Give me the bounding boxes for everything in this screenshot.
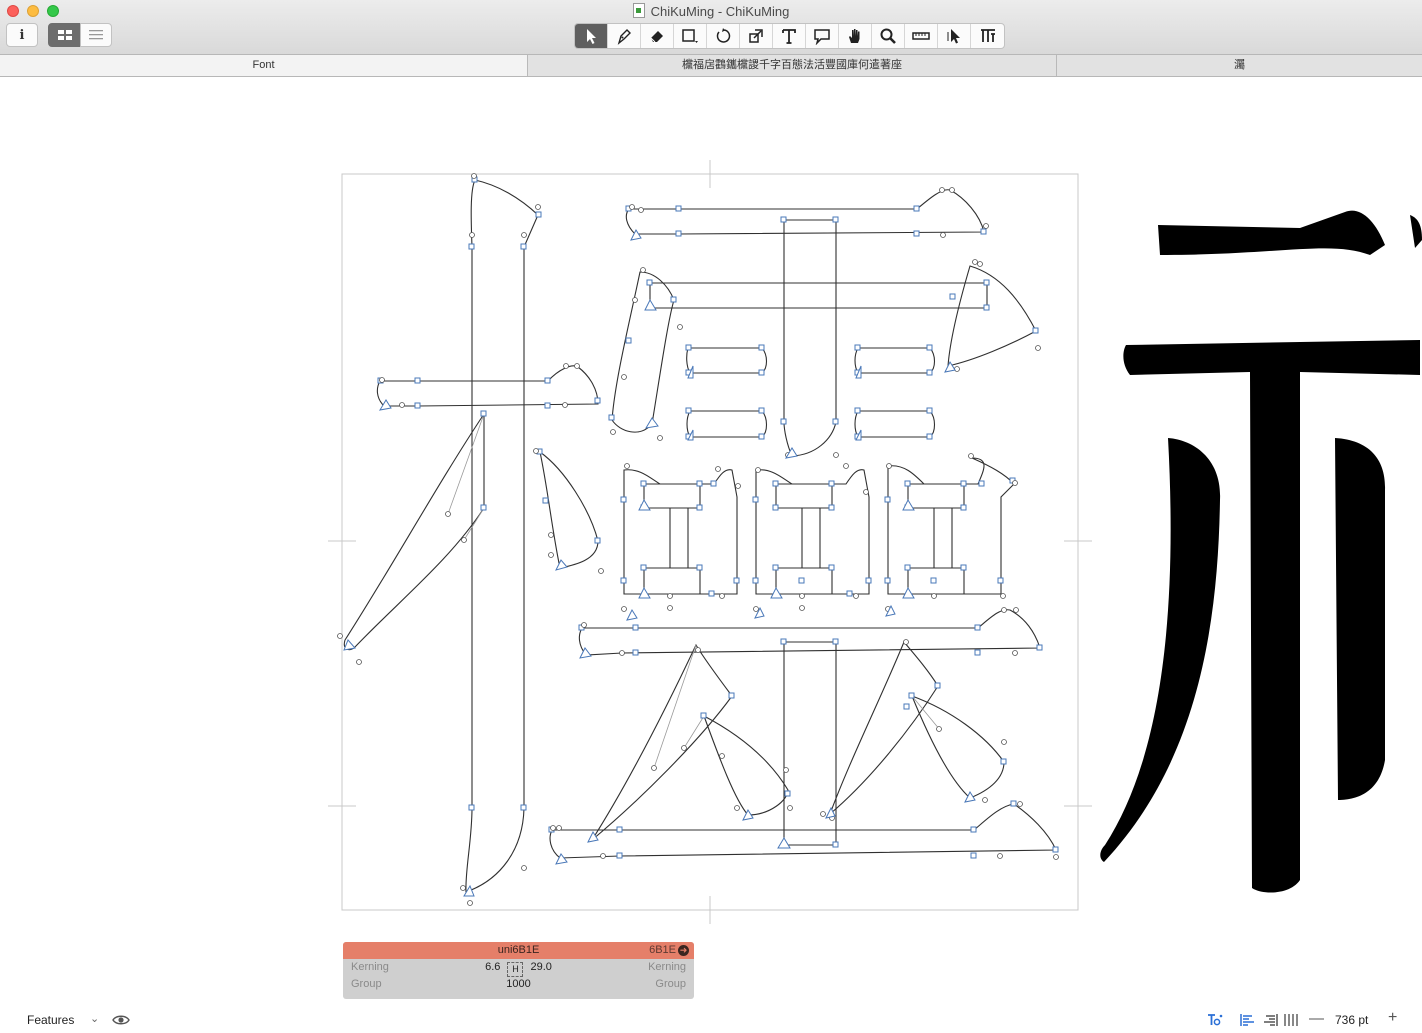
eraser-tool[interactable]	[641, 24, 674, 48]
glyph-unicode[interactable]: 6B1E	[649, 942, 676, 959]
arrow-cursor-icon	[587, 29, 596, 44]
annotation-tool[interactable]	[806, 24, 839, 48]
pen-icon	[617, 29, 631, 45]
hand-tool[interactable]	[839, 24, 872, 48]
smart-tool[interactable]	[971, 24, 1004, 48]
features-menu[interactable]: Features	[27, 1013, 74, 1027]
measure-tool[interactable]	[905, 24, 938, 48]
text-direction-icon[interactable]	[1207, 1013, 1223, 1027]
document-tabs: Font 欓福扂鸖鑴欓謖千字百態法活豐國庫何遣著座 灟	[0, 55, 1422, 77]
text-tool[interactable]	[773, 24, 806, 48]
zoom-level[interactable]: 736 pt	[1335, 1013, 1368, 1027]
glyph-edit-canvas[interactable]	[0, 77, 1422, 1007]
group-row: Group 1000 Group	[343, 976, 694, 993]
metric-guides	[328, 160, 1092, 924]
rectangle-icon	[682, 29, 698, 43]
tab-glyph[interactable]: 灟	[1057, 55, 1422, 76]
document-icon	[632, 3, 645, 18]
hand-icon	[849, 29, 860, 43]
window-title: ChiKuMing - ChiKuMing	[0, 3, 1422, 19]
glyph-outline-paths	[343, 179, 1057, 893]
select-all-layers-tool[interactable]	[938, 24, 971, 48]
glyph-name[interactable]: uni6B1E	[343, 942, 694, 959]
next-glyph-preview	[1100, 210, 1422, 893]
grid-view-button[interactable]	[48, 23, 81, 47]
glyph-width-field[interactable]: 1000	[343, 976, 694, 993]
eye-icon[interactable]	[112, 1014, 130, 1026]
sidebearing-link-icon[interactable]: H	[507, 962, 524, 977]
list-view-icon	[89, 30, 103, 40]
left-sidebearing-field[interactable]: 6.6	[485, 961, 500, 973]
rotate-tool[interactable]	[707, 24, 740, 48]
right-sidebearing-field[interactable]: 29.0	[531, 961, 552, 973]
status-bar: Features ⌄ — 736 pt +	[0, 1007, 1422, 1033]
zoom-in-button[interactable]: +	[1388, 1009, 1397, 1027]
scale-tool[interactable]	[740, 24, 773, 48]
tab-text[interactable]: 欓福扂鸖鑴欓謖千字百態法活豐國庫何遣著座	[528, 55, 1057, 76]
pen-tool[interactable]	[608, 24, 641, 48]
tab-font[interactable]: Font	[0, 55, 528, 76]
select-tool[interactable]	[575, 24, 608, 48]
layer-select-icon	[947, 29, 960, 44]
text-frame-icon	[980, 29, 995, 42]
ruler-icon	[912, 32, 930, 40]
zoom-out-button[interactable]: —	[1309, 1010, 1324, 1027]
arrow-right-circle-icon[interactable]: ➜	[678, 945, 689, 956]
outline-nodes[interactable]	[377, 176, 1059, 859]
metrics-values: 6.6 H 29.0	[343, 959, 694, 977]
vertical-text-icon[interactable]	[1283, 1013, 1299, 1027]
align-right-icon[interactable]	[1262, 1013, 1278, 1027]
zoom-tool[interactable]	[872, 24, 905, 48]
list-view-button[interactable]	[80, 23, 112, 47]
start-point-markers	[343, 228, 976, 897]
glyph-info-header: uni6B1E 6B1E ➜	[343, 942, 694, 959]
tool-palette	[574, 23, 1005, 49]
magnifier-icon	[880, 28, 896, 44]
eraser-icon	[650, 31, 663, 43]
align-left-icon[interactable]	[1240, 1013, 1256, 1027]
grid-view-icon	[57, 30, 72, 40]
speech-bubble-icon	[814, 29, 830, 45]
kerning-row: Kerning 6.6 H 29.0 Kerning	[343, 959, 694, 977]
glyph-info-box: uni6B1E 6B1E ➜ Kerning 6.6 H 29.0 Kernin…	[343, 942, 694, 999]
right-group-label: Group	[655, 978, 686, 990]
rectangle-tool[interactable]	[674, 24, 707, 48]
text-icon	[782, 29, 796, 44]
scale-icon	[749, 29, 763, 43]
title-bar: ChiKuMing - ChiKuMing i	[0, 0, 1422, 55]
rotate-icon	[716, 28, 731, 43]
info-button[interactable]: i	[6, 23, 38, 47]
chevron-down-icon[interactable]: ⌄	[90, 1012, 99, 1025]
right-kerning-label: Kerning	[648, 961, 686, 973]
glyph-outline-view[interactable]	[0, 77, 1422, 1007]
